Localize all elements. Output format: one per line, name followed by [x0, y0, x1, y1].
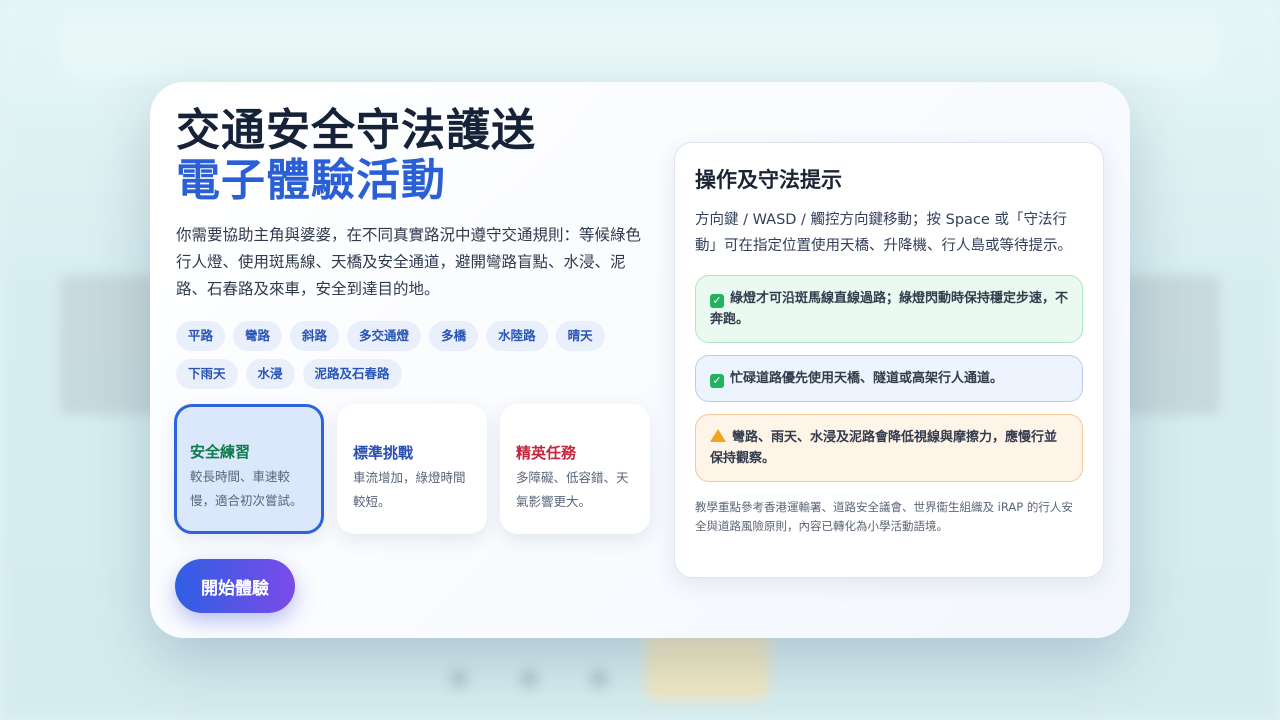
mode-description: 車流增加，綠燈時間較短。 [353, 470, 466, 509]
mode-card-practice[interactable]: 安全練習 較長時間、車速較慢，適合初次嘗試。 [174, 404, 324, 534]
tip-note-hazard: 彎路、雨天、水浸及泥路會降低視線與摩擦力，應慢行並保持觀察。 [695, 414, 1083, 482]
title-line-2: 電子體驗活動 [176, 155, 446, 206]
difficulty-modes: 安全練習 較長時間、車速較慢，適合初次嘗試。 標準挑戰 車流增加，綠燈時間較短。… [174, 404, 650, 534]
tip-text: 綠燈才可沿斑馬線直線過路；綠燈閃動時保持穩定步速，不奔跑。 [710, 291, 1069, 327]
background-topbar [60, 20, 1220, 80]
mode-card-standard[interactable]: 標準挑戰 車流增加，綠燈時間較短。 [337, 404, 487, 534]
title-line-1: 交通安全守法護送 [176, 105, 536, 156]
warning-icon [710, 429, 726, 442]
controls-description: 方向鍵 / WASD / 觸控方向鍵移動；按 Space 或「守法行動」可在指定… [695, 212, 1072, 254]
tips-panel: 操作及守法提示 方向鍵 / WASD / 觸控方向鍵移動；按 Space 或「守… [674, 142, 1104, 578]
scenario-tags: 平路 彎路 斜路 多交通燈 多橋 水陸路 晴天 下雨天 水浸 泥路及石春路 [176, 321, 646, 389]
reference-footnote: 教學重點參考香港運輸署、道路安全議會、世界衞生組織及 iRAP 的行人安全與道路… [695, 500, 1073, 533]
tag-chip: 泥路及石春路 [302, 359, 402, 389]
mode-name: 精英任務 [516, 444, 577, 462]
tip-note-green-light: ✓ 綠燈才可沿斑馬線直線過路；綠燈閃動時保持穩定步速，不奔跑。 [695, 275, 1083, 343]
intro-left-panel: 交通安全守法護送 電子體驗活動 你需要協助主角與婆婆，在不同真實路況中遵守交通規… [176, 106, 656, 389]
mode-description: 多障礙、低容錯、天氣影響更大。 [516, 470, 629, 509]
background-dot [590, 670, 608, 688]
check-icon: ✓ [710, 374, 724, 388]
mode-description: 較長時間、車速較慢，適合初次嘗試。 [190, 468, 303, 508]
start-button[interactable]: 開始體驗 [175, 559, 295, 613]
tag-chip: 水陸路 [486, 321, 548, 351]
background-dot [520, 670, 538, 688]
tag-chip: 水浸 [245, 359, 295, 389]
background-dot [450, 670, 468, 688]
tag-chip: 平路 [176, 321, 226, 351]
check-icon: ✓ [710, 294, 724, 308]
tag-chip: 多橋 [429, 321, 479, 351]
mode-name: 安全練習 [190, 442, 251, 461]
tip-note-footbridge: ✓ 忙碌道路優先使用天橋、隧道或高架行人通道。 [695, 355, 1083, 402]
background-action-button [645, 630, 770, 700]
mode-name: 標準挑戰 [353, 444, 414, 462]
tag-chip: 下雨天 [176, 359, 238, 389]
tip-text: 忙碌道路優先使用天橋、隧道或高架行人通道。 [730, 371, 1004, 386]
tag-chip: 斜路 [290, 321, 340, 351]
tag-chip: 多交通燈 [347, 321, 422, 351]
intro-description: 你需要協助主角與婆婆，在不同真實路況中遵守交通規則：等候綠色行人燈、使用斑馬線、… [176, 226, 642, 298]
tips-title: 操作及守法提示 [695, 168, 842, 192]
tag-chip: 彎路 [233, 321, 283, 351]
tag-chip: 晴天 [555, 321, 605, 351]
tip-text: 彎路、雨天、水浸及泥路會降低視線與摩擦力，應慢行並保持觀察。 [710, 430, 1058, 466]
intro-dialog: 交通安全守法護送 電子體驗活動 你需要協助主角與婆婆，在不同真實路況中遵守交通規… [150, 82, 1130, 638]
mode-card-elite[interactable]: 精英任務 多障礙、低容錯、天氣影響更大。 [500, 404, 650, 534]
